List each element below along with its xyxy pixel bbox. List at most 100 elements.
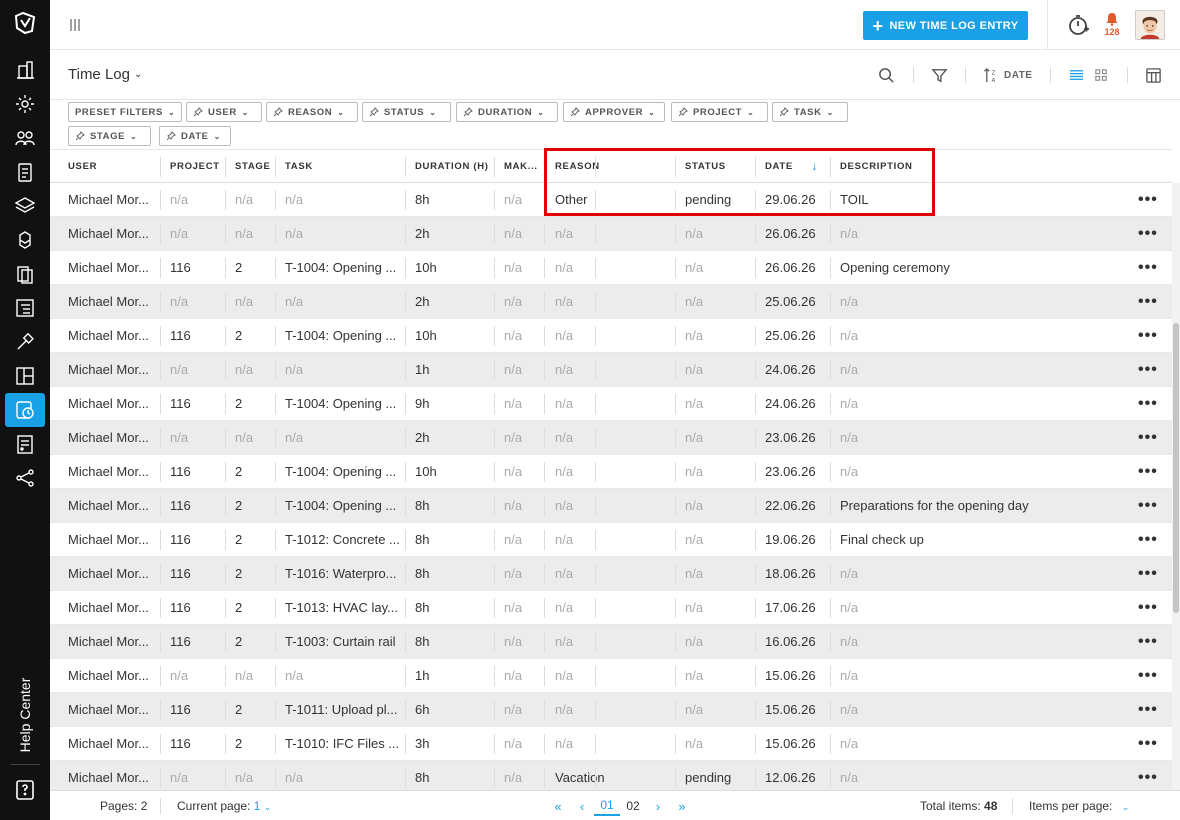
sidebar-item-cubes[interactable] xyxy=(5,223,45,257)
row-more-icon[interactable]: ••• xyxy=(1138,489,1158,522)
sidebar-item-documents[interactable] xyxy=(5,257,45,291)
list-view-button[interactable] xyxy=(1068,65,1085,85)
table-row[interactable]: Michael Mor... n/a n/a n/a 1h n/a n/a n/a 15.06.… xyxy=(50,659,1172,693)
row-more-icon[interactable]: ••• xyxy=(1138,455,1158,488)
help-center-link[interactable]: Help Center xyxy=(0,660,50,770)
filter-chip-duration[interactable]: DURATION ⌄ xyxy=(456,102,558,122)
row-more-icon[interactable]: ••• xyxy=(1138,319,1158,352)
app-logo-icon[interactable] xyxy=(13,11,37,35)
sidebar-item-building[interactable] xyxy=(5,53,45,87)
filter-chip-status[interactable]: STATUS ⌄ xyxy=(362,102,451,122)
prev-page-button[interactable]: ‹ xyxy=(570,796,594,816)
page-number-1[interactable]: 01 xyxy=(594,796,620,816)
table-row[interactable]: Michael Mor... 116 2 T-1016: Waterpro... 8h n… xyxy=(50,557,1172,591)
filter-chip-stage[interactable]: STAGE ⌄ xyxy=(68,126,151,146)
filter-button[interactable] xyxy=(931,65,948,85)
column-header-user[interactable]: USER xyxy=(68,150,97,183)
row-more-icon[interactable]: ••• xyxy=(1138,659,1158,692)
menu-toggle-icon[interactable] xyxy=(68,18,82,32)
row-more-icon[interactable]: ••• xyxy=(1138,285,1158,318)
cell-reason: n/a xyxy=(555,634,574,649)
filter-chip-preset-filters[interactable]: PRESET FILTERS ⌄ xyxy=(68,102,182,122)
avatar[interactable] xyxy=(1135,10,1165,40)
grid-view-button[interactable] xyxy=(1093,65,1110,85)
table-row[interactable]: Michael Mor... 116 2 T-1010: IFC Files ... 3… xyxy=(50,727,1172,761)
row-more-icon[interactable]: ••• xyxy=(1138,387,1158,420)
row-more-icon[interactable]: ••• xyxy=(1138,693,1158,726)
table-row[interactable]: Michael Mor... n/a n/a n/a 1h n/a n/a n/a 24.06.… xyxy=(50,353,1172,387)
table-row[interactable]: Michael Mor... n/a n/a n/a 8h n/a Other pending… xyxy=(50,183,1172,217)
items-per-page-select[interactable]: Items per page: ⌄ xyxy=(1029,799,1129,813)
column-header-project[interactable]: PROJECT xyxy=(170,150,220,183)
divider xyxy=(544,768,545,788)
search-button[interactable] xyxy=(878,65,895,85)
table-row[interactable]: Michael Mor... n/a n/a n/a 2h n/a n/a n/a 23.06.… xyxy=(50,421,1172,455)
sidebar-item-settings-cube[interactable] xyxy=(5,87,45,121)
sidebar-item-users[interactable] xyxy=(5,121,45,155)
filter-chip-date[interactable]: DATE ⌄ xyxy=(159,126,231,146)
row-more-icon[interactable]: ••• xyxy=(1138,761,1158,790)
cell-duration-h: 8h xyxy=(415,566,430,581)
last-page-button[interactable]: » xyxy=(670,796,694,816)
sidebar-item-timelog[interactable] xyxy=(5,393,45,427)
scrollbar-thumb[interactable] xyxy=(1173,323,1179,613)
columns-button[interactable] xyxy=(1145,65,1162,85)
sort-desc-arrow-icon[interactable]: ↓ xyxy=(811,158,818,173)
row-more-icon[interactable]: ••• xyxy=(1138,251,1158,284)
sidebar-item-tree-list[interactable] xyxy=(5,291,45,325)
table-row[interactable]: Michael Mor... 116 2 T-1013: HVAC lay... 8h n… xyxy=(50,591,1172,625)
table-row[interactable]: Michael Mor... 116 2 T-1004: Opening ... 9h n… xyxy=(50,387,1172,421)
notifications-button[interactable]: 128 xyxy=(1100,12,1124,40)
sidebar-item-hammer[interactable] xyxy=(5,325,45,359)
column-header-description[interactable]: DESCRIPTION xyxy=(840,150,913,183)
table-row[interactable]: Michael Mor... n/a n/a n/a 2h n/a n/a n/a 26.06.… xyxy=(50,217,1172,251)
column-header-task[interactable]: TASK xyxy=(285,150,313,183)
table-row[interactable]: Michael Mor... n/a n/a n/a 2h n/a n/a n/a 25.06.… xyxy=(50,285,1172,319)
row-more-icon[interactable]: ••• xyxy=(1138,353,1158,386)
filter-chip-reason[interactable]: REASON ⌄ xyxy=(266,102,358,122)
table-row[interactable]: Michael Mor... 116 2 T-1004: Opening ... 10h… xyxy=(50,319,1172,353)
column-header-stage[interactable]: STAGE xyxy=(235,150,271,183)
sidebar-item-share[interactable] xyxy=(5,461,45,495)
table-row[interactable]: Michael Mor... n/a n/a n/a 8h n/a Vacation pend… xyxy=(50,761,1172,790)
new-time-log-entry-button[interactable]: + NEW TIME LOG ENTRY xyxy=(863,11,1028,40)
row-more-icon[interactable]: ••• xyxy=(1138,591,1158,624)
row-more-icon[interactable]: ••• xyxy=(1138,625,1158,658)
table-row[interactable]: Michael Mor... 116 2 T-1012: Concrete ... 8h… xyxy=(50,523,1172,557)
row-more-icon[interactable]: ••• xyxy=(1138,183,1158,216)
scrollbar[interactable] xyxy=(1172,183,1180,790)
page-number-2[interactable]: 02 xyxy=(620,796,646,816)
first-page-button[interactable]: « xyxy=(546,796,570,816)
column-header-status[interactable]: STATUS xyxy=(685,150,726,183)
filter-chip-user[interactable]: USER ⌄ xyxy=(186,102,262,122)
row-more-icon[interactable]: ••• xyxy=(1138,523,1158,556)
row-more-icon[interactable]: ••• xyxy=(1138,727,1158,760)
table-row[interactable]: Michael Mor... 116 2 T-1004: Opening ... 10h… xyxy=(50,251,1172,285)
next-page-button[interactable]: › xyxy=(646,796,670,816)
help-book-icon[interactable] xyxy=(13,778,37,802)
filter-chip-approver[interactable]: APPROVER ⌄ xyxy=(563,102,665,122)
cell-date: 15.06.26 xyxy=(765,736,816,751)
sidebar-item-report[interactable] xyxy=(5,427,45,461)
column-header-mak[interactable]: MAK... xyxy=(504,150,538,183)
sort-button[interactable]: Z A DATE xyxy=(983,65,1032,85)
filter-chip-project[interactable]: PROJECT ⌄ xyxy=(671,102,768,122)
sidebar-item-layers[interactable] xyxy=(5,189,45,223)
column-header-reason[interactable]: REASON xyxy=(555,150,600,183)
row-more-icon[interactable]: ••• xyxy=(1138,557,1158,590)
row-more-icon[interactable]: ••• xyxy=(1138,217,1158,250)
row-more-icon[interactable]: ••• xyxy=(1138,421,1158,454)
table-row[interactable]: Michael Mor... 116 2 T-1003: Curtain rail 8h… xyxy=(50,625,1172,659)
column-header-date[interactable]: DATE xyxy=(765,150,793,183)
sidebar-item-clipboard[interactable] xyxy=(5,155,45,189)
page-title-dropdown[interactable]: Time Log ⌄ xyxy=(68,66,142,83)
current-page-select[interactable]: Current page: 1 ⌄ xyxy=(177,799,271,813)
column-header-duration-h[interactable]: DURATION (H) xyxy=(415,150,489,183)
filter-chip-task[interactable]: TASK ⌄ xyxy=(772,102,848,122)
table-row[interactable]: Michael Mor... 116 2 T-1011: Upload pl... 6h… xyxy=(50,693,1172,727)
divider xyxy=(494,530,495,550)
sidebar-item-layout[interactable] xyxy=(5,359,45,393)
stopwatch-icon[interactable] xyxy=(1067,13,1091,37)
table-row[interactable]: Michael Mor... 116 2 T-1004: Opening ... 10h… xyxy=(50,455,1172,489)
table-row[interactable]: Michael Mor... 116 2 T-1004: Opening ... 8h n… xyxy=(50,489,1172,523)
